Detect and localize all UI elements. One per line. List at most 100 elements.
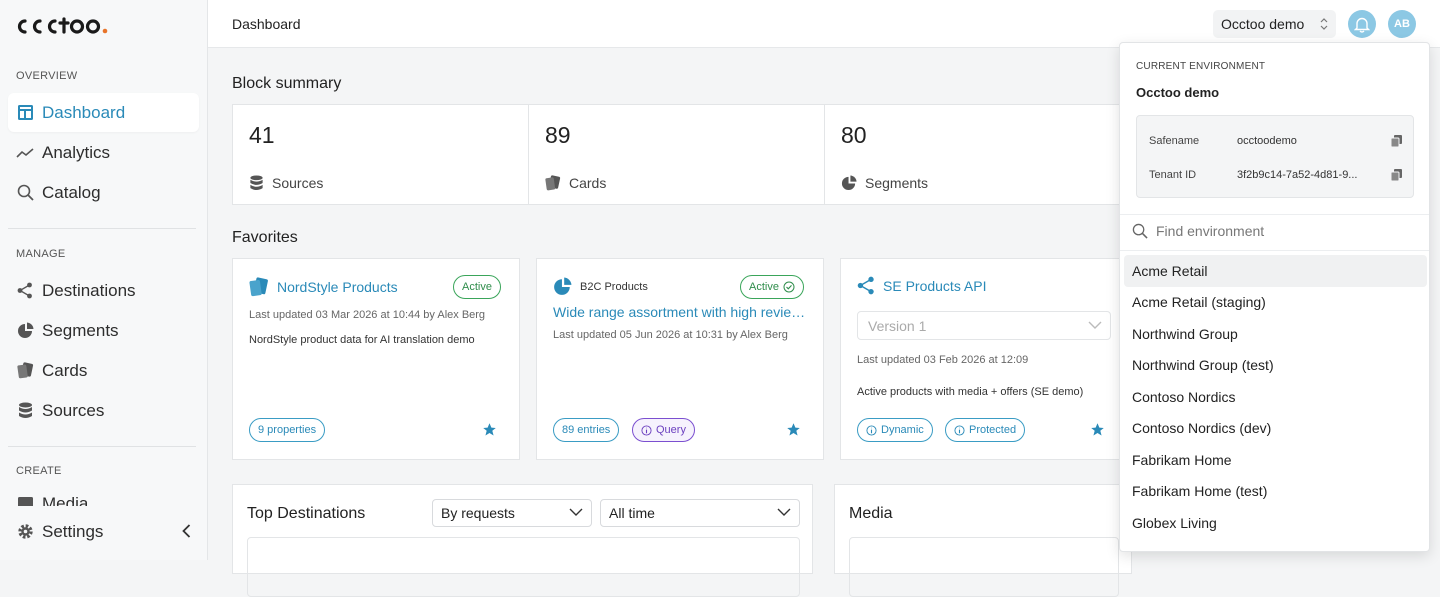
user-avatar[interactable]: AB (1388, 10, 1416, 38)
gear-icon (16, 523, 34, 541)
safename-label: Safename (1149, 135, 1200, 147)
summary-label: Segments (865, 175, 929, 191)
block-summary: 41 Sources 89 Cards 80 Segments (232, 104, 1132, 205)
sidebar-item-label: Settings (42, 521, 104, 541)
status-badge: Active (740, 275, 804, 299)
pie-chart-icon (841, 175, 865, 191)
star-icon[interactable] (1090, 422, 1105, 437)
sidebar-divider (8, 228, 196, 229)
info-icon (866, 424, 881, 436)
dashboard-icon (16, 104, 34, 122)
environment-list: Acme Retail Acme Retail (staging) Northw… (1124, 255, 1427, 539)
sidebar-item-dashboard[interactable]: Dashboard (8, 93, 199, 132)
sidebar-item-catalog[interactable]: Catalog (8, 173, 199, 212)
database-icon (249, 175, 272, 191)
find-environment-input[interactable] (1156, 223, 1406, 239)
share-icon (16, 282, 34, 300)
protected-pill: Protected (945, 418, 1026, 442)
star-icon[interactable] (482, 422, 497, 437)
media-icon (16, 494, 34, 506)
summary-sources[interactable]: 41 Sources (233, 105, 529, 204)
sidebar-item-analytics[interactable]: Analytics (8, 133, 199, 172)
environment-option[interactable]: Northwind Group (test) (1124, 350, 1427, 382)
properties-pill: 9 properties (249, 418, 326, 442)
favorite-card-se-products-api[interactable]: SE Products API Version 1 Last updated 0… (840, 258, 1128, 460)
favorite-title[interactable]: B2C Products (580, 281, 648, 293)
sidebar-item-label: Segments (42, 320, 119, 340)
environment-selector-label: Occtoo demo (1221, 16, 1305, 32)
dropdown-divider (1120, 214, 1429, 215)
copy-safename-icon[interactable] (1390, 134, 1403, 148)
favorite-subtitle[interactable]: Wide range assortment with high reviews (553, 304, 808, 320)
favorite-description: Active products with media + offers (SE … (857, 386, 1084, 398)
environment-option[interactable]: Acme Retail (1124, 255, 1427, 287)
cards-icon (16, 362, 34, 380)
pie-chart-icon (16, 322, 34, 340)
summary-segments[interactable]: 80 Segments (825, 105, 1121, 204)
favorite-title[interactable]: SE Products API (883, 278, 987, 294)
current-environment-caption: CURRENT ENVIRONMENT (1136, 61, 1266, 72)
environment-dropdown: CURRENT ENVIRONMENT Occtoo demo Safename… (1119, 42, 1430, 552)
summary-value: 80 (841, 122, 867, 148)
destination-row[interactable] (247, 537, 800, 597)
last-updated: Last updated 03 Mar 2026 at 10:44 by Ale… (249, 309, 486, 321)
summary-cards[interactable]: 89 Cards (529, 105, 825, 204)
sidebar-item-settings[interactable]: Settings (8, 512, 199, 551)
sort-select[interactable]: By requests (432, 499, 592, 527)
environment-option[interactable]: Fabrikam Home (1124, 444, 1427, 476)
safename-row: Safename occtoodemo (1149, 135, 1370, 147)
search-icon (16, 184, 34, 202)
environment-option[interactable]: Northwind Group (1124, 318, 1427, 350)
environment-selector[interactable]: Occtoo demo (1213, 10, 1336, 38)
environment-option[interactable]: Globex Living (1124, 507, 1427, 539)
favorite-description: NordStyle product data for AI translatio… (249, 334, 475, 346)
favorite-card-b2c-products[interactable]: B2C Products Active Wide range assortmen… (536, 258, 824, 460)
sidebar-item-label: Destinations (42, 280, 136, 300)
entries-pill: 89 entries (553, 418, 620, 442)
sidebar-divider (8, 446, 196, 447)
sort-select-value: By requests (441, 505, 515, 521)
environment-option[interactable]: Contoso Nordics (1124, 381, 1427, 413)
summary-label: Sources (272, 175, 324, 191)
favorite-title[interactable]: NordStyle Products (277, 279, 398, 295)
section-manage: MANAGE (16, 248, 66, 260)
sidebar-item-label: Sources (42, 400, 105, 420)
occtoo-logo[interactable] (16, 16, 116, 36)
sidebar-item-label: Cards (42, 360, 88, 380)
star-icon[interactable] (786, 422, 801, 437)
sidebar-item-destinations[interactable]: Destinations (8, 271, 199, 310)
environment-option[interactable]: Contoso Nordics (dev) (1124, 413, 1427, 445)
notifications-button[interactable] (1348, 10, 1376, 38)
dynamic-pill: Dynamic (857, 418, 933, 442)
query-pill: Query (632, 418, 695, 442)
pill-text: Protected (969, 424, 1017, 436)
status-text: Active (749, 281, 779, 293)
time-range-select[interactable]: All time (600, 499, 800, 527)
bell-icon (1354, 16, 1370, 33)
version-select[interactable]: Version 1 (857, 311, 1111, 340)
copy-tenant-id-icon[interactable] (1390, 168, 1403, 182)
environment-option[interactable]: Fabrikam Home (test) (1124, 476, 1427, 508)
sidebar-item-segments[interactable]: Segments (8, 311, 199, 350)
sidebar-item-sources[interactable]: Sources (8, 391, 199, 430)
sidebar-item-media[interactable]: Media (8, 486, 199, 506)
collapse-sidebar-icon[interactable] (182, 524, 191, 538)
last-updated: Last updated 05 Jun 2026 at 10:31 by Ale… (553, 329, 788, 341)
cards-icon (545, 175, 569, 191)
database-icon (16, 402, 34, 420)
sidebar-item-label: Dashboard (42, 102, 126, 122)
summary-label-row: Cards (545, 175, 606, 191)
tenant-row: Tenant ID 3f2b9c14-7a52-4d81-9... (1149, 169, 1370, 181)
favorite-card-nordstyle[interactable]: NordStyle Products Active Last updated 0… (232, 258, 520, 460)
pill-text: Dynamic (881, 424, 924, 436)
sidebar-item-cards[interactable]: Cards (8, 351, 199, 390)
version-select-value: Version 1 (868, 317, 927, 334)
last-updated: Last updated 03 Feb 2026 at 12:09 (857, 354, 1029, 366)
environment-search (1132, 223, 1406, 239)
status-badge: Active (453, 275, 501, 299)
time-range-select-value: All time (609, 505, 655, 521)
environment-option[interactable]: Acme Retail (staging) (1124, 287, 1427, 319)
safename-value: occtoodemo (1237, 135, 1297, 147)
chevron-down-icon (777, 507, 791, 517)
sidebar-item-label: Analytics (42, 142, 111, 162)
